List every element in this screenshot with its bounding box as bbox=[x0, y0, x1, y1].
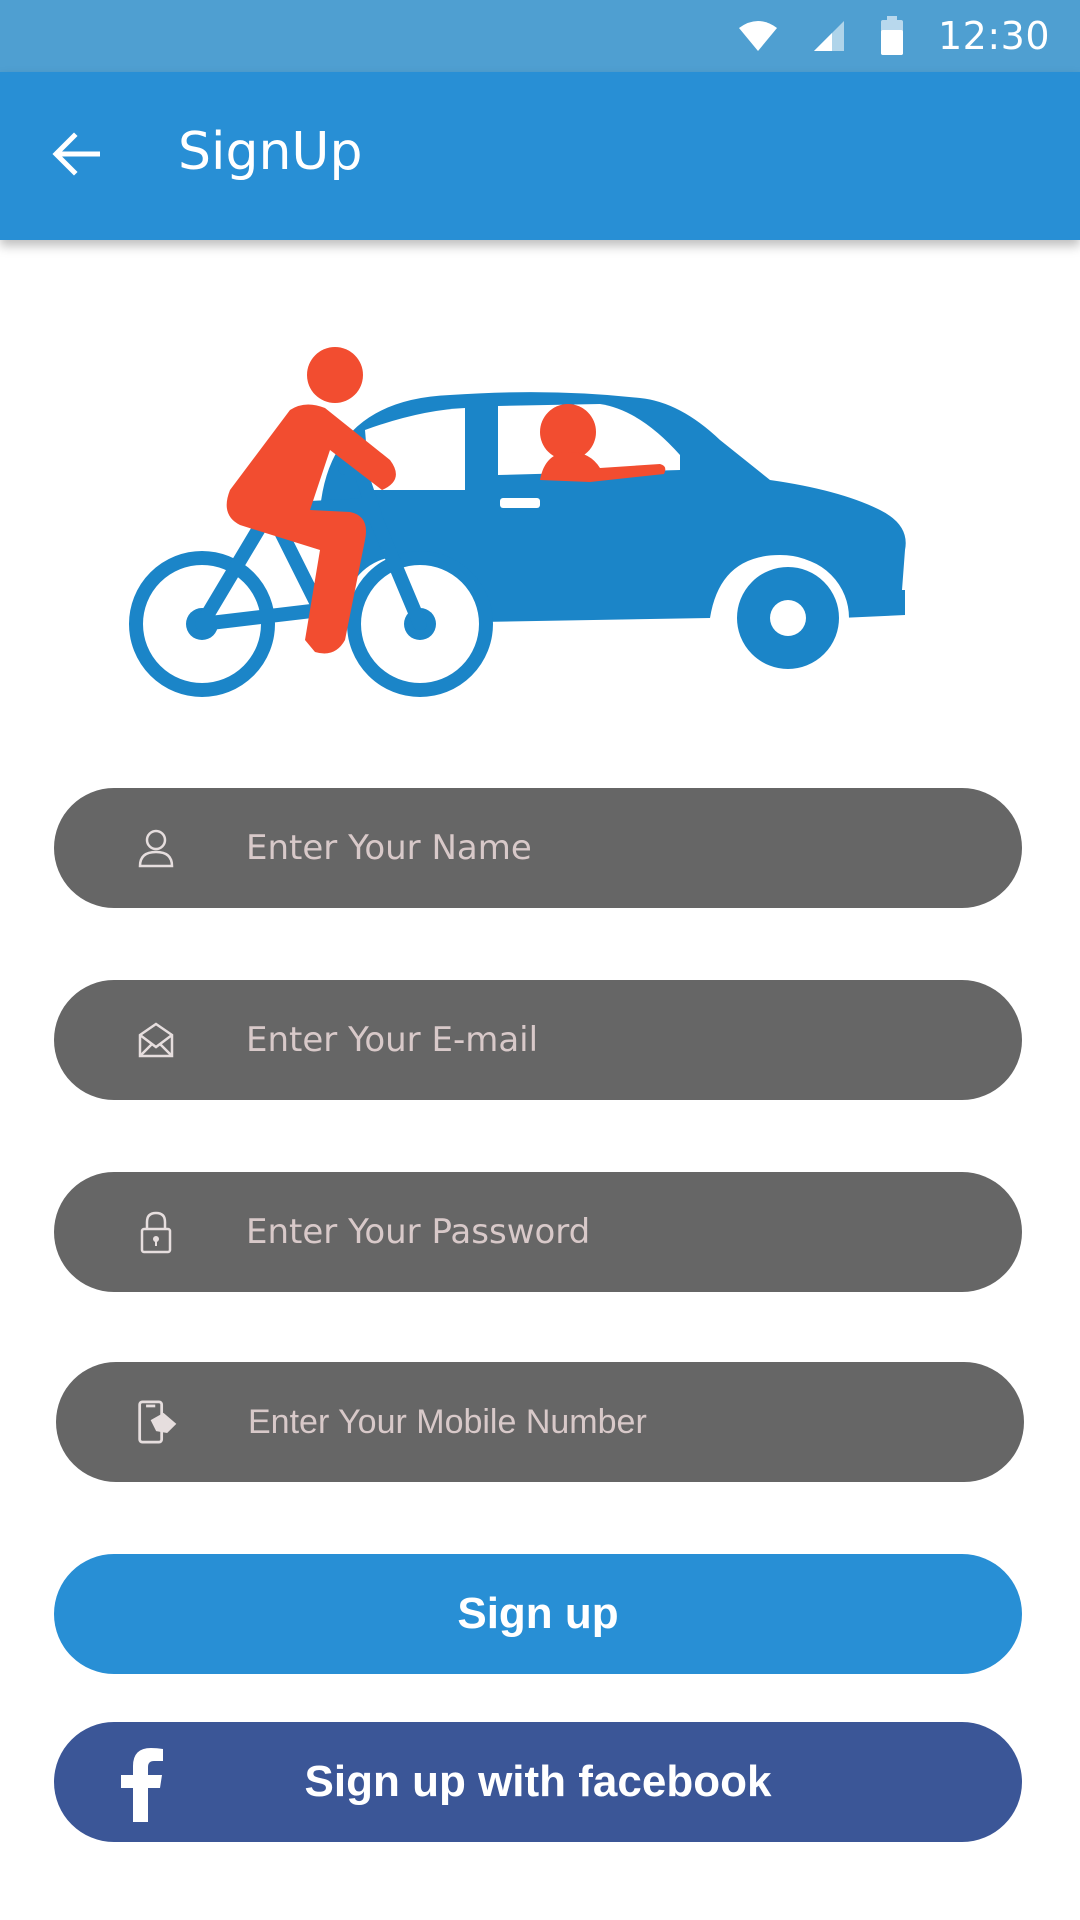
signup-button[interactable]: Sign up bbox=[54, 1554, 1022, 1674]
signup-button-label: Sign up bbox=[457, 1589, 619, 1638]
mobile-phone-icon bbox=[136, 1398, 180, 1446]
facebook-signup-button[interactable]: Sign up with facebook bbox=[54, 1722, 1022, 1842]
app-bar: SignUp bbox=[0, 72, 1080, 240]
mobile-number-input[interactable] bbox=[248, 1362, 968, 1482]
arrow-left-icon bbox=[52, 131, 101, 181]
facebook-signup-label: Sign up with facebook bbox=[304, 1757, 772, 1806]
lock-icon bbox=[134, 1208, 178, 1256]
password-input[interactable] bbox=[246, 1172, 966, 1292]
user-icon bbox=[134, 824, 178, 872]
cyclist-and-car-illustration bbox=[120, 340, 940, 710]
password-field[interactable] bbox=[54, 1172, 1022, 1292]
envelope-icon bbox=[134, 1016, 178, 1064]
mobile-number-field[interactable] bbox=[56, 1362, 1024, 1482]
name-input[interactable] bbox=[246, 788, 966, 908]
battery-icon bbox=[880, 16, 904, 56]
status-icons: 12:30 bbox=[738, 10, 1050, 62]
status-bar: 12:30 bbox=[0, 0, 1080, 72]
back-button[interactable] bbox=[38, 118, 114, 194]
signup-screen: 12:30 SignUp Enter Your Name Enter Your … bbox=[0, 0, 1080, 1920]
cell-signal-icon bbox=[812, 19, 846, 53]
email-field[interactable] bbox=[54, 980, 1022, 1100]
email-input[interactable] bbox=[246, 980, 966, 1100]
name-field[interactable] bbox=[54, 788, 1022, 908]
status-time: 12:30 bbox=[937, 14, 1050, 58]
page-title: SignUp bbox=[178, 122, 363, 182]
facebook-icon bbox=[116, 1748, 166, 1822]
wifi-icon bbox=[738, 20, 778, 52]
